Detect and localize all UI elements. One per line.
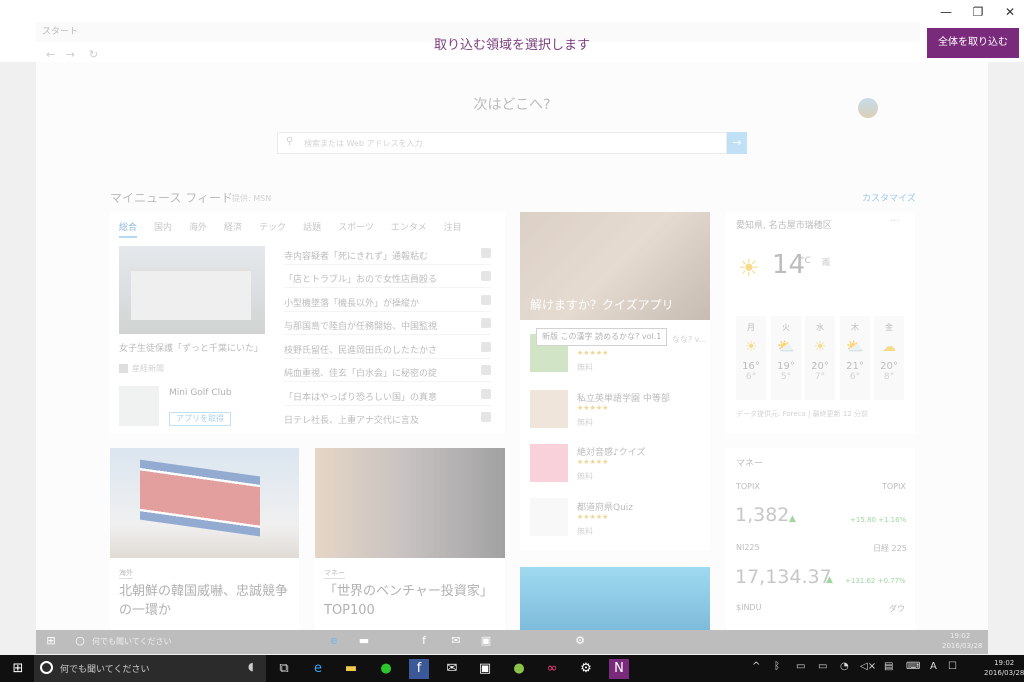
capture-dim-overlay	[36, 62, 988, 630]
ghost-facebook-icon: f	[422, 634, 426, 647]
start-button[interactable]: ⊞	[8, 659, 28, 679]
clock-date: 2016/03/28	[984, 669, 1024, 677]
line-app-icon[interactable]: ●	[376, 659, 396, 679]
ghost-nav-icons: ← → ↻	[46, 48, 99, 61]
show-hidden-icons-chevron[interactable]: ^	[752, 661, 760, 672]
capture-full-button[interactable]: 全体を取り込む	[927, 28, 1019, 58]
cortana-icon	[40, 661, 53, 674]
wifi-icon[interactable]: ◔	[840, 661, 849, 672]
notification-icon[interactable]: ☐	[948, 661, 957, 672]
ghost-search-text: 何でも聞いてください	[92, 637, 172, 646]
device-icon[interactable]: ▭	[796, 661, 805, 672]
file-explorer-icon[interactable]: ▬	[341, 659, 361, 679]
system-clock[interactable]: 19:02 2016/03/28	[984, 658, 1024, 678]
ghost-start-icon: ⊞	[46, 634, 56, 647]
store-icon[interactable]: ▣	[475, 659, 495, 679]
facebook-icon[interactable]: f	[409, 659, 429, 679]
cortana-search-input[interactable]: 何でも聞いてください	[60, 662, 149, 675]
edge-icon[interactable]: e	[308, 659, 328, 679]
android-app-icon[interactable]: ●	[509, 659, 529, 679]
ime-mode-indicator[interactable]: A	[930, 661, 937, 672]
close-button[interactable]: ✕	[996, 2, 1024, 22]
capture-prompt: 取り込む領域を選択します	[433, 38, 590, 53]
minimize-button[interactable]: —	[932, 2, 960, 22]
mail-icon[interactable]: ✉	[442, 659, 462, 679]
battery-icon[interactable]: ▭	[818, 661, 827, 672]
ghost-taskbar	[36, 630, 988, 654]
task-view-icon[interactable]: ⧉	[274, 659, 294, 679]
ghost-clock-time: 19:02	[950, 632, 971, 640]
ghost-gear-icon: ⚙	[575, 634, 585, 647]
onenote-icon[interactable]: N	[609, 659, 629, 679]
restore-button[interactable]: ❐	[964, 2, 992, 22]
cortana-search-box[interactable]: 何でも聞いてください ◖	[34, 655, 266, 682]
ghost-edge-icon: e	[330, 634, 338, 647]
ghost-store-icon: ▣	[480, 634, 492, 647]
settings-gear-icon[interactable]: ⚙	[576, 659, 596, 679]
ghost-clock-date: 2016/03/28	[942, 642, 983, 650]
volume-muted-icon[interactable]: ◁×	[860, 661, 876, 672]
ghost-search-icon: ○	[75, 634, 85, 647]
flickr-icon[interactable]: ∞	[542, 659, 562, 679]
bluetooth-icon[interactable]: ᛒ	[774, 661, 780, 672]
clock-time: 19:02	[994, 659, 1015, 667]
keyboard-icon[interactable]: ⌨	[906, 661, 920, 672]
action-center-icon[interactable]: ▤	[884, 661, 893, 672]
microphone-icon[interactable]: ◖	[248, 660, 254, 673]
ghost-folder-icon: ▬	[358, 634, 370, 647]
ghost-mail-icon: ✉	[451, 634, 461, 647]
